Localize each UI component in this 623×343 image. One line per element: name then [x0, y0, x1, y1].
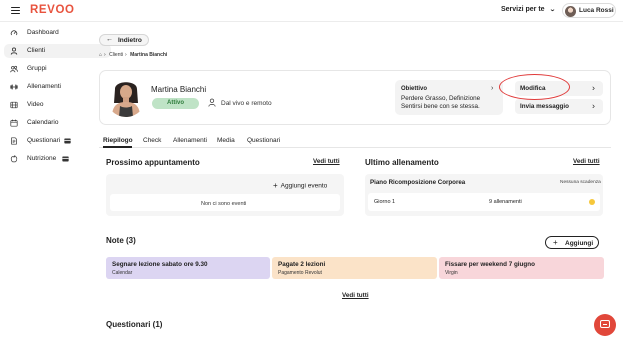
add-note-button[interactable]: + Aggiungi — [545, 236, 599, 249]
appointment-title: Prossimo appuntamento — [106, 158, 200, 167]
user-icon — [10, 47, 18, 55]
plan-expiry: Nessuna scadenza — [560, 180, 601, 185]
tab-bar: Riepilogo Check Allenamenti Media Questi… — [99, 134, 611, 148]
user-icon — [208, 98, 216, 107]
note-source: Pagamento Revolut — [278, 270, 322, 276]
calendar-icon — [10, 119, 18, 127]
note-card[interactable]: Segnare lezione sabato ore 9.30 Calendar — [106, 257, 270, 279]
avatar — [565, 5, 576, 17]
sidebar-item-calendario[interactable]: Calendario — [4, 116, 111, 130]
back-label: Indietro — [118, 37, 142, 44]
add-note-label: Aggiungi — [565, 240, 594, 247]
notes-title: Note (3) — [106, 236, 136, 245]
sidebar-item-gruppi[interactable]: Gruppi — [4, 62, 111, 76]
send-message-label: Invia messaggio — [520, 103, 569, 110]
note-title: Segnare lezione sabato ore 9.30 — [112, 261, 208, 268]
dashboard-icon — [10, 30, 18, 36]
highlight-annotation — [499, 74, 570, 100]
questionnaires-title: Questionari (1) — [106, 320, 163, 329]
plan-name[interactable]: Piano Ricomposizione Corporea — [370, 179, 465, 186]
add-event-label: Aggiungi evento — [280, 182, 328, 190]
chevron-right-icon: › — [592, 101, 595, 111]
sidebar-item-label: Gruppi — [27, 65, 47, 72]
no-events-text: Non ci sono eventi — [201, 201, 247, 207]
send-message-button[interactable]: Invia messaggio › — [515, 99, 603, 114]
appointment-see-all-link[interactable]: Vedi tutti — [313, 158, 340, 165]
dumbbell-icon — [10, 84, 18, 90]
note-card[interactable]: Fissare per weekend 7 giugno Virgin — [439, 257, 604, 279]
card-icon — [62, 156, 69, 162]
workout-day: Giorno 1 — [374, 199, 396, 205]
tab-riepilogo[interactable]: Riepilogo — [103, 137, 133, 144]
chevron-right-icon: › — [592, 83, 595, 93]
card-icon — [64, 138, 71, 144]
tab-questionari[interactable]: Questionari — [247, 137, 280, 144]
group-icon — [10, 65, 18, 73]
menu-icon[interactable] — [11, 7, 20, 15]
notes-see-all-link[interactable]: Vedi tutti — [342, 292, 369, 299]
breadcrumb-item[interactable]: Clienti — [109, 52, 123, 58]
note-title: Pagate 2 lezioni — [278, 261, 326, 268]
sidebar-item-video[interactable]: Video — [4, 98, 111, 112]
user-menu[interactable]: Luca Rossi — [562, 3, 616, 18]
breadcrumb: ⌂ › Clienti › Martina Bianchi — [99, 52, 168, 58]
services-dropdown[interactable]: Servizi per te ⌄ — [501, 6, 555, 13]
add-event-button[interactable]: + Aggiungi evento — [273, 181, 327, 190]
sidebar-item-nutrizione[interactable]: Nutrizione — [4, 152, 111, 166]
smiley-icon — [589, 199, 595, 205]
nutrition-icon — [10, 155, 18, 163]
app-logo[interactable]: REVOO — [30, 4, 75, 16]
breadcrumb-current: Martina Bianchi — [130, 52, 168, 58]
goal-title: Obiettivo — [401, 86, 428, 92]
plus-icon: + — [553, 238, 558, 247]
home-icon[interactable]: ⌂ — [99, 52, 102, 58]
client-photo — [106, 77, 146, 117]
chevron-right-icon: › — [491, 85, 494, 92]
sidebar-item-label: Nutrizione — [27, 155, 57, 162]
goal-card[interactable]: Obiettivo Perdere Grasso, Definizione Se… — [395, 80, 503, 115]
last-workout-see-all-link[interactable]: Vedi tutti — [573, 158, 600, 165]
film-icon — [10, 101, 18, 109]
arrow-left-icon: ← — [106, 36, 113, 43]
tab-media[interactable]: Media — [217, 137, 235, 144]
sidebar-item-dashboard[interactable]: Dashboard — [4, 26, 111, 40]
sidebar-item-label: Clienti — [27, 47, 46, 54]
sidebar-item-label: Questionari — [27, 137, 61, 144]
goal-text: Perdere Grasso, Definizione Sentirsi ben… — [401, 95, 481, 110]
note-source: Virgin — [445, 270, 458, 276]
chat-button[interactable] — [594, 314, 616, 336]
plus-icon: + — [273, 181, 278, 190]
sidebar-item-clienti[interactable]: Clienti — [4, 44, 111, 58]
back-button[interactable]: ← Indietro — [99, 34, 149, 46]
workout-day-row[interactable] — [368, 193, 600, 211]
top-bar: REVOO Servizi per te ⌄ Luca Rossi — [0, 0, 623, 22]
sidebar-item-questionari[interactable]: Questionari — [4, 134, 111, 148]
sidebar: Dashboard Clienti Gruppi Allenamenti Vid… — [0, 22, 111, 343]
user-name: Luca Rossi — [579, 7, 614, 14]
note-card[interactable]: Pagate 2 lezioni Pagamento Revolut — [272, 257, 437, 279]
services-label: Servizi per te — [501, 6, 545, 13]
chat-icon — [600, 320, 610, 328]
status-badge: Attivo — [152, 98, 199, 109]
client-name: Martina Bianchi — [151, 85, 207, 94]
note-title: Fissare per weekend 7 giugno — [445, 261, 535, 268]
sidebar-item-label: Video — [27, 101, 44, 108]
tab-allenamenti[interactable]: Allenamenti — [173, 137, 207, 144]
sidebar-item-allenamenti[interactable]: Allenamenti — [4, 80, 111, 94]
active-tab-indicator — [103, 146, 132, 148]
sidebar-item-label: Calendario — [27, 119, 59, 126]
sidebar-item-label: Allenamenti — [27, 83, 61, 90]
note-source: Calendar — [112, 270, 133, 276]
chevron-down-icon: ⌄ — [548, 7, 556, 13]
sidebar-item-label: Dashboard — [27, 29, 59, 36]
document-icon — [11, 137, 17, 145]
last-workout-title: Ultimo allenamento — [365, 158, 439, 167]
tab-check[interactable]: Check — [143, 137, 161, 144]
workout-count: 9 allenamenti — [489, 199, 522, 205]
training-mode: Dal vivo e remoto — [221, 100, 272, 107]
